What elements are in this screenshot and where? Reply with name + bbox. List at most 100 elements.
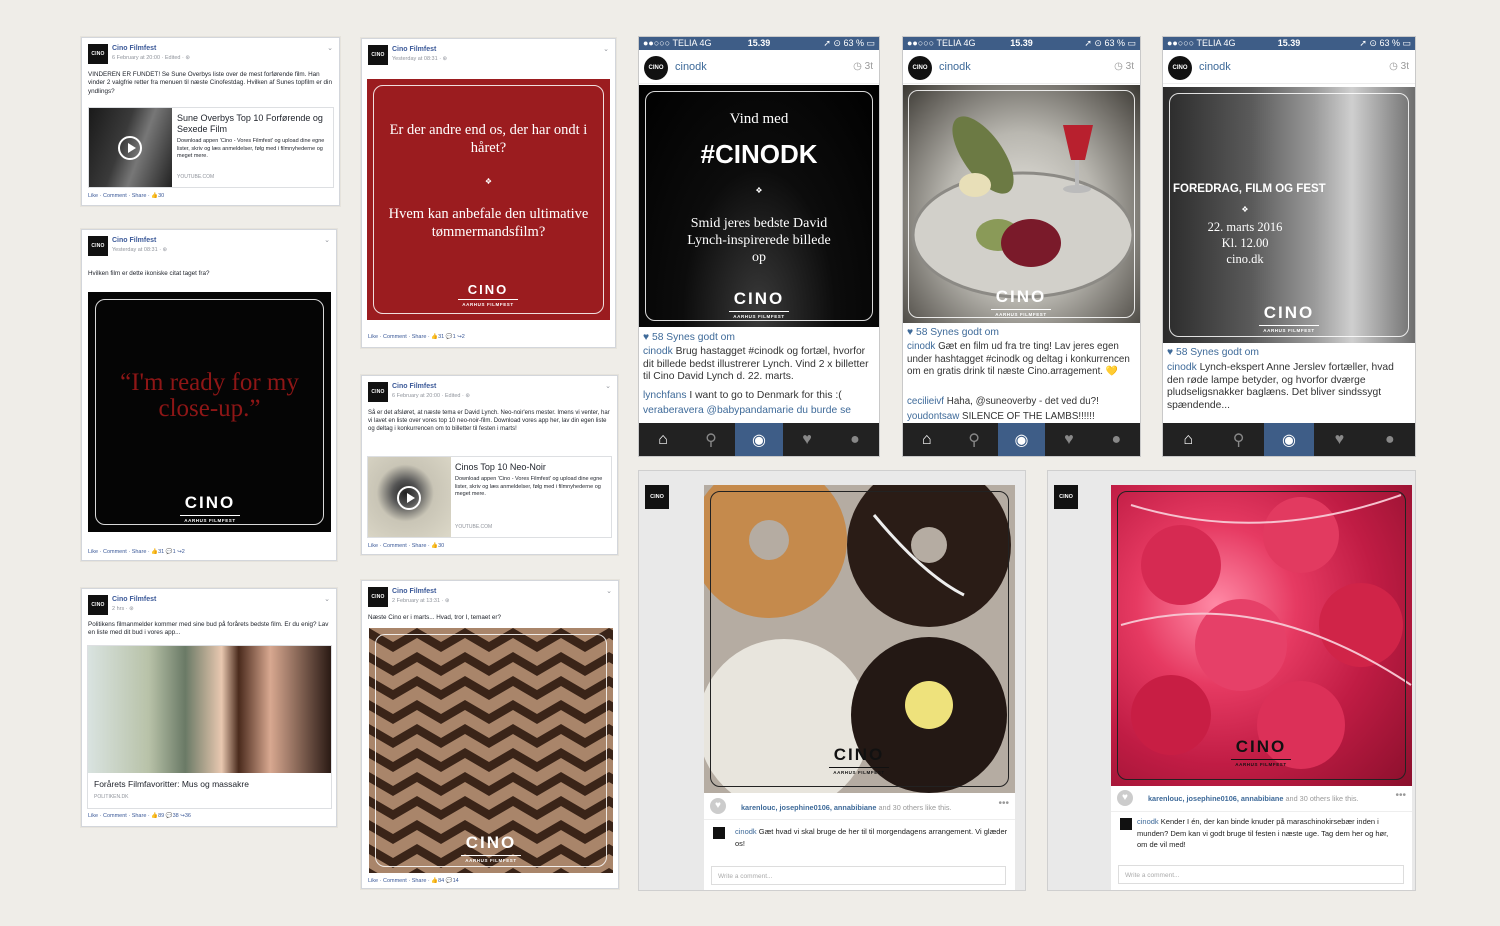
comment-username[interactable]: youdontsaw	[907, 411, 959, 422]
post-image[interactable]: Vind med #CINODK ❖ Smid jeres bedste Dav…	[639, 85, 879, 327]
caption-text: Lynch-ekspert Anne Jerslev fortæller, hv…	[1167, 362, 1394, 411]
link-preview[interactable]: Cinos Top 10 Neo-Noir Download appen 'Ci…	[367, 456, 612, 538]
video-thumbnail[interactable]	[368, 457, 451, 537]
post-image[interactable]: “I'm ready for my close-up.” CINO AARHUS…	[88, 292, 331, 532]
like-summary[interactable]: karenlouc, josephine0106, annabibiane an…	[741, 803, 952, 812]
camera-icon[interactable]: ◉	[1263, 423, 1315, 456]
more-options-icon[interactable]: •••	[998, 798, 1009, 809]
article-image[interactable]	[88, 646, 331, 773]
fb-post-header: CINO Cino Filmfest 6 February at 20:00 ·…	[368, 382, 611, 404]
link-preview[interactable]: Sune Overbys Top 10 Forførende og Sexede…	[88, 107, 334, 188]
page-avatar[interactable]: CINO	[368, 587, 388, 607]
home-icon[interactable]: ⌂	[639, 423, 687, 456]
chevron-down-icon[interactable]: ⌄	[324, 236, 330, 244]
post-actions[interactable]: Like · Comment · Share · 👍84 💬14	[368, 878, 459, 884]
poster-time: Kl. 12.00	[1221, 236, 1269, 250]
caption-username[interactable]: cinodk	[1167, 362, 1197, 373]
heart-icon[interactable]: ♥	[1117, 790, 1133, 806]
page-avatar[interactable]: CINO	[88, 595, 108, 615]
page-avatar[interactable]: CINO	[88, 236, 108, 256]
post-image[interactable]: CINO AARHUS FILMFEST	[903, 85, 1140, 323]
chevron-down-icon[interactable]: ⌄	[605, 382, 611, 390]
home-icon[interactable]: ⌂	[903, 423, 950, 456]
post-header: CINO cinodk ◷ 3t	[1163, 50, 1415, 84]
chevron-down-icon[interactable]: ⌄	[327, 44, 333, 52]
comment-username[interactable]: cecilieivf	[907, 396, 944, 407]
comment-username[interactable]: cinodk	[1137, 817, 1159, 826]
link-preview[interactable]: Forårets Filmfavoritter: Mus og massakre…	[87, 645, 332, 809]
comment-username[interactable]: lynchfans	[643, 390, 687, 401]
activity-icon[interactable]: ♥	[1045, 423, 1092, 456]
page-name[interactable]: Cino Filmfest	[392, 588, 436, 595]
chevron-down-icon[interactable]: ⌄	[606, 587, 612, 595]
search-icon[interactable]: ⚲	[1213, 423, 1263, 456]
comment-username[interactable]: cinodk	[735, 827, 757, 836]
profile-icon[interactable]: ●	[1093, 423, 1140, 456]
post-image[interactable]: CINO AARHUS FILMFEST	[1111, 485, 1412, 786]
page-name[interactable]: Cino Filmfest	[112, 45, 156, 52]
comment-input[interactable]: Write a comment...	[1118, 865, 1404, 884]
post-actions[interactable]: Like · Comment · Share · 👍31 💬1 ↪2	[88, 549, 185, 555]
page-name[interactable]: Cino Filmfest	[112, 596, 156, 603]
tab-bar: ⌂ ⚲ ◉ ♥ ●	[903, 423, 1140, 456]
post-actions[interactable]: Like · Comment · Share · 👍89 💬38 ↪36	[88, 813, 191, 819]
page-name[interactable]: Cino Filmfest	[392, 383, 436, 390]
play-icon[interactable]	[397, 486, 421, 510]
comment-avatar[interactable]	[713, 827, 725, 839]
post-actions[interactable]: Like · Comment · Share · 👍31 💬1 ↪2	[368, 334, 465, 340]
avatar[interactable]: CINO	[644, 56, 668, 80]
fb-post-header: CINO Cino Filmfest 2 hrs · ⊛ ⌄	[88, 595, 330, 617]
chevron-down-icon[interactable]: ⌄	[603, 45, 609, 53]
post-image[interactable]: FOREDRAG, FILM OG FEST ❖ 22. marts 2016 …	[1163, 87, 1415, 343]
post-actions[interactable]: Like · Comment · Share · 👍30	[368, 543, 444, 549]
page-name[interactable]: Cino Filmfest	[392, 46, 436, 53]
like-summary[interactable]: karenlouc, josephine0106, annabibiane an…	[1148, 794, 1359, 803]
avatar[interactable]: CINO	[645, 485, 669, 509]
poster-line-1: FOREDRAG, FILM OG FEST	[1173, 183, 1326, 195]
comment-username[interactable]: veraberavera	[643, 405, 704, 416]
comment-text: Haha, @suneoverby - det ved du?!	[946, 396, 1099, 407]
comment-input[interactable]: Write a comment...	[711, 866, 1006, 885]
home-icon[interactable]: ⌂	[1163, 423, 1213, 456]
activity-icon[interactable]: ♥	[783, 423, 831, 456]
username[interactable]: cinodk	[675, 61, 707, 73]
page-name[interactable]: Cino Filmfest	[112, 237, 156, 244]
fb-post-1: CINO Cino Filmfest 6 February at 20:00 ·…	[81, 37, 340, 206]
profile-icon[interactable]: ●	[831, 423, 879, 456]
heart-icon[interactable]: ♥	[710, 798, 726, 814]
search-icon[interactable]: ⚲	[950, 423, 997, 456]
avatar[interactable]: CINO	[1054, 485, 1078, 509]
poster-line-1: Er der andre end os, der har ondt i håre…	[389, 122, 588, 156]
post-image[interactable]: CINO AARHUS FILMFEST	[369, 628, 613, 873]
page-avatar[interactable]: CINO	[88, 44, 108, 64]
username[interactable]: cinodk	[1199, 61, 1231, 73]
more-options-icon[interactable]: •••	[1395, 790, 1406, 801]
post-actions[interactable]: Like · Comment · Share · 👍30	[88, 193, 164, 199]
post-image[interactable]: CINO AARHUS FILMFEST	[704, 485, 1015, 793]
post-image[interactable]: Er der andre end os, der har ondt i håre…	[367, 79, 610, 320]
poster-date: 22. marts 2016	[1207, 220, 1283, 234]
play-icon[interactable]	[118, 136, 142, 160]
post-likes[interactable]: ♥ 58 Synes godt om	[1167, 347, 1411, 360]
username[interactable]: cinodk	[939, 61, 971, 73]
caption-username[interactable]: cinodk	[643, 346, 673, 357]
instagram-web-post-1: CINO CINO AARHUS FILMFEST ♥ karenlouc, j…	[638, 470, 1026, 891]
activity-icon[interactable]: ♥	[1314, 423, 1364, 456]
camera-icon[interactable]: ◉	[997, 423, 1046, 456]
chevron-down-icon[interactable]: ⌄	[324, 595, 330, 603]
profile-icon[interactable]: ●	[1365, 423, 1415, 456]
post-text: Politikens filmanmelder kommer med sine …	[88, 621, 329, 637]
page-avatar[interactable]: CINO	[368, 382, 388, 402]
avatar[interactable]: CINO	[908, 56, 932, 80]
page-avatar[interactable]: CINO	[368, 45, 388, 65]
post-likes[interactable]: ♥ 58 Synes godt om	[907, 327, 1136, 340]
post-meta: 6 February at 20:00 · Edited · ⊛	[112, 55, 190, 61]
video-thumbnail[interactable]	[89, 108, 172, 187]
avatar[interactable]: CINO	[1168, 56, 1192, 80]
caption-username[interactable]: cinodk	[907, 341, 935, 352]
divider	[1111, 811, 1412, 812]
camera-icon[interactable]: ◉	[735, 423, 783, 456]
comment-avatar[interactable]	[1120, 818, 1132, 830]
search-icon[interactable]: ⚲	[687, 423, 735, 456]
post-likes[interactable]: ♥ 58 Synes godt om	[643, 332, 875, 345]
